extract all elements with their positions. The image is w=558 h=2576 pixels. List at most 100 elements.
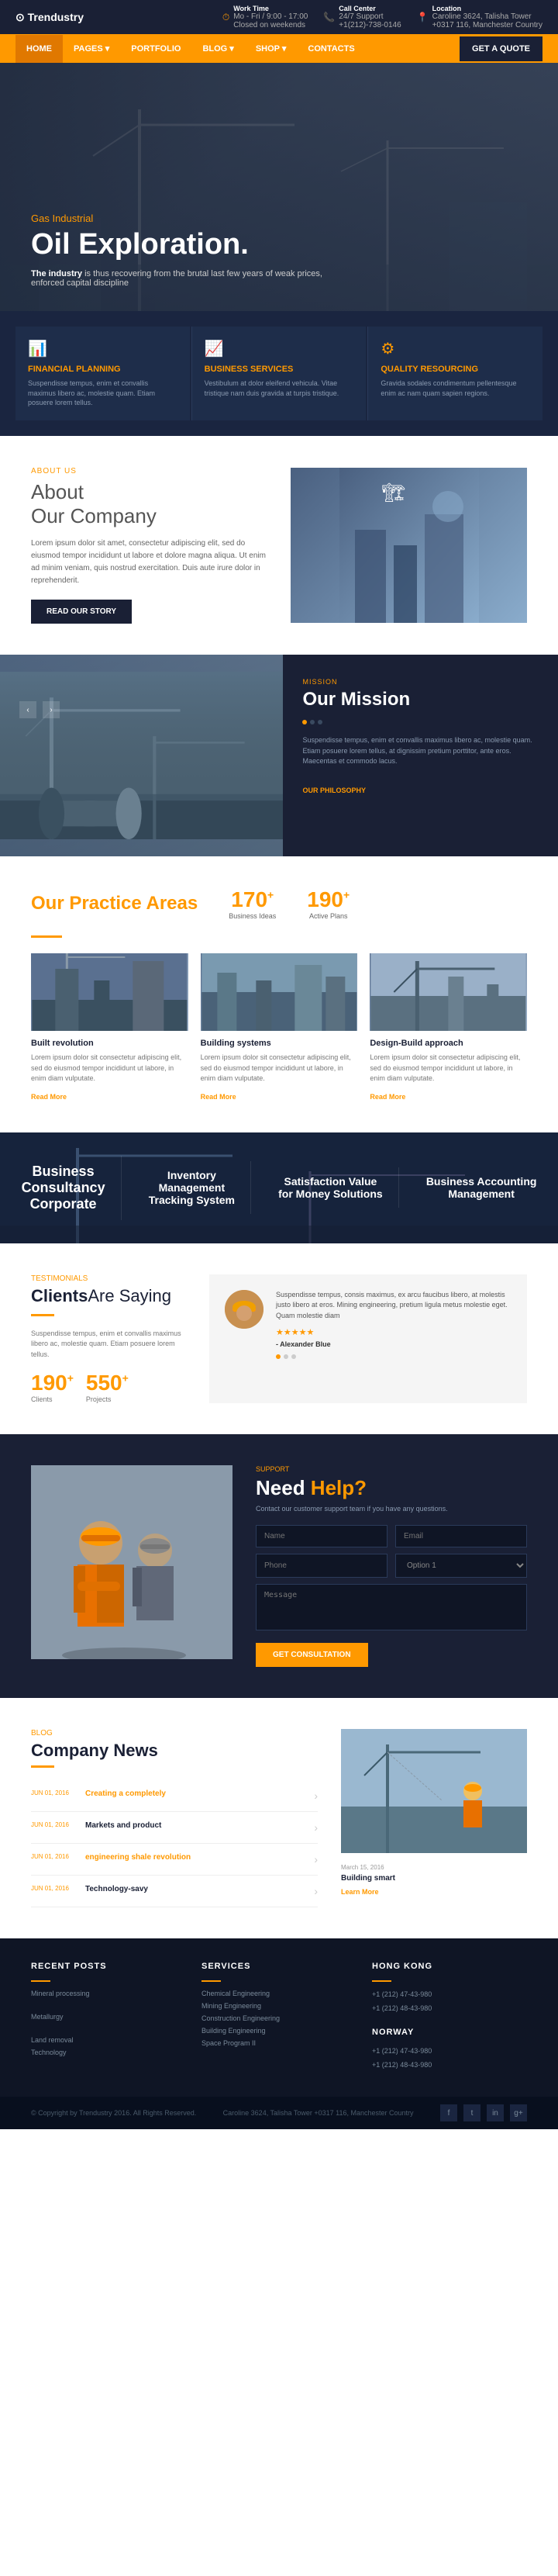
- quote-button[interactable]: GET A QUOTE: [460, 36, 542, 61]
- name-input[interactable]: [256, 1525, 388, 1547]
- news-date-2: JUN 01, 2016: [31, 1853, 78, 1860]
- practice-section: Our Practice Areas 170+ Business Ideas 1…: [0, 856, 558, 1132]
- news-item-1: JUN 01, 2016 Markets and product ›: [31, 1812, 318, 1844]
- brand-name: Trendustry: [28, 11, 84, 23]
- star-rating: ★★★★★: [276, 1327, 512, 1337]
- financial-icon: 📊: [28, 339, 177, 358]
- nav-contacts[interactable]: CONTACTS: [297, 35, 365, 63]
- practice-heading: Our Practice Areas: [31, 893, 198, 915]
- call-center-label: Call Center: [339, 5, 401, 12]
- hero-section: Gas Industrial Oil Exploration. The indu…: [0, 63, 558, 311]
- nav-portfolio[interactable]: PORTFOLIO: [120, 35, 191, 63]
- stat-business-ideas: 170+ Business Ideas: [229, 887, 276, 920]
- testimonial-dot-2: [284, 1354, 288, 1359]
- footer-col-services: Services Chemical Engineering Mining Eng…: [202, 1962, 356, 2073]
- dot-3: [318, 720, 322, 724]
- googleplus-icon[interactable]: g+: [510, 2104, 527, 2121]
- mission-next-button[interactable]: ›: [43, 701, 60, 718]
- news-right-link[interactable]: Learn More: [341, 1888, 379, 1896]
- practice-header: Our Practice Areas 170+ Business Ideas 1…: [31, 887, 527, 920]
- call-center-value: 24/7 Support: [339, 12, 401, 21]
- work-time-info: ⏱ Work Time Mo - Fri / 9:00 - 17:00 Clos…: [222, 5, 308, 29]
- footer-norway-phone2: +1 (212) 48-43-980: [372, 2060, 527, 2071]
- banner-stat-title-0: Business Consultancy Corporate: [22, 1164, 105, 1212]
- practice-grid: Built revolution Lorem ipsum dolor sit c…: [31, 953, 527, 1101]
- clients-left: TESTIMONIALS ClientsAre Saying Suspendis…: [31, 1274, 186, 1404]
- practice-image-2: [370, 953, 527, 1031]
- testimonial-dot-3: [291, 1354, 296, 1359]
- practice-item-1: Building systems Lorem ipsum dolor sit c…: [201, 953, 358, 1101]
- testimonial-dots: [276, 1354, 512, 1359]
- footer-post-4: Land removal: [31, 2036, 186, 2044]
- email-input[interactable]: [395, 1525, 527, 1547]
- footer-service-3: Building Engineering: [202, 2027, 356, 2035]
- banner-stat-2: Satisfaction Value for Money Solutions: [263, 1167, 399, 1208]
- practice-item-0: Built revolution Lorem ipsum dolor sit c…: [31, 953, 188, 1101]
- banner-stat-title-2: Satisfaction Value for Money Solutions: [278, 1175, 383, 1200]
- support-description: Contact our customer support team if you…: [256, 1505, 527, 1513]
- phone-input[interactable]: [256, 1554, 388, 1578]
- service-desc-1: Vestibulum at dolor eleifend vehicula. V…: [205, 379, 354, 398]
- banner-stat-title-1: Inventory Management Tracking System: [149, 1169, 235, 1206]
- news-date-0: JUN 01, 2016: [31, 1789, 78, 1796]
- option-select[interactable]: Option 1: [395, 1554, 527, 1578]
- footer-post-0: Mineral processing: [31, 1990, 186, 1997]
- location-city: +0317 116, Manchester Country: [432, 21, 542, 29]
- twitter-icon[interactable]: t: [463, 2104, 480, 2121]
- practice-readmore-1[interactable]: Read More: [201, 1093, 236, 1101]
- mission-prev-button[interactable]: ‹: [19, 701, 36, 718]
- nav-pages[interactable]: PAGES ▾: [63, 34, 120, 63]
- practice-title-2: Design-Build approach: [370, 1039, 527, 1048]
- clients-description: Suspendisse tempus, enim et convallis ma…: [31, 1329, 186, 1361]
- news-right-date: March 15, 2016: [341, 1864, 527, 1871]
- nav-shop[interactable]: SHOP ▾: [245, 34, 298, 63]
- news-right-title: Building smart: [341, 1874, 527, 1883]
- news-title-2: engineering shale revolution: [85, 1853, 306, 1862]
- call-center-phone: +1(212)-738-0146: [339, 21, 401, 29]
- name-email-row: [256, 1525, 527, 1547]
- mission-image: ‹ ›: [0, 655, 283, 856]
- news-item-0: JUN 01, 2016 Creating a completely ›: [31, 1780, 318, 1812]
- news-heading: Company News: [31, 1741, 318, 1761]
- mission-read-more[interactable]: OUR PHILOSOPHY: [302, 787, 366, 794]
- support-image: [31, 1465, 232, 1667]
- testimonial-dot-1: [276, 1354, 281, 1359]
- news-title-0: Creating a completely: [85, 1789, 306, 1798]
- clients-count-stat: 190+ Clients: [31, 1371, 74, 1403]
- mission-description: Suspendisse tempus, enim et convallis ma…: [302, 735, 539, 767]
- get-consultation-button[interactable]: GET CONSULTATION: [256, 1643, 368, 1667]
- news-left: BLOG Company News JUN 01, 2016 Creating …: [31, 1729, 318, 1907]
- mission-nav: ‹ ›: [19, 701, 60, 718]
- service-desc-2: Gravida sodales condimentum pellentesque…: [381, 379, 530, 398]
- work-time-value: Mo - Fri / 9:00 - 17:00: [233, 12, 308, 21]
- nav-home[interactable]: HOME: [16, 35, 63, 63]
- practice-title-0: Built revolution: [31, 1039, 188, 1048]
- footer-services-list: Chemical Engineering Mining Engineering …: [202, 1990, 356, 2047]
- service-title-1: Business Services: [205, 365, 354, 374]
- practice-image-1: [201, 953, 358, 1031]
- about-description: Lorem ipsum dolor sit amet, consectetur …: [31, 538, 267, 587]
- client-quote: Suspendisse tempus, consis maximus, ex a…: [276, 1290, 512, 1360]
- service-title-0: Financial Planning: [28, 365, 177, 374]
- message-textarea[interactable]: [256, 1584, 527, 1630]
- news-right-content: March 15, 2016 Building smart Learn More: [341, 1864, 527, 1897]
- hero-content: Gas Industrial Oil Exploration. The indu…: [31, 213, 527, 288]
- mission-heading: Our Mission: [302, 689, 539, 711]
- read-our-story-button[interactable]: READ OUR STORY: [31, 600, 132, 624]
- logo[interactable]: ⊙ Trendustry: [16, 11, 84, 24]
- footer-service-2: Construction Engineering: [202, 2014, 356, 2022]
- services-strip: 📊 Financial Planning Suspendisse tempus,…: [0, 311, 558, 436]
- clients-heading: ClientsAre Saying: [31, 1286, 186, 1306]
- clients-underline: [31, 1314, 54, 1316]
- news-content-3: Technology-savy: [85, 1885, 306, 1896]
- practice-readmore-2[interactable]: Read More: [370, 1093, 405, 1101]
- facebook-icon[interactable]: f: [440, 2104, 457, 2121]
- dot-1: [302, 720, 307, 724]
- support-form: SUPPORT Need Help? Contact our customer …: [256, 1465, 527, 1667]
- projects-count-stat: 550+ Projects: [86, 1371, 129, 1403]
- linkedin-icon[interactable]: in: [487, 2104, 504, 2121]
- nav-blog[interactable]: BLOG ▾: [191, 34, 244, 63]
- practice-readmore-0[interactable]: Read More: [31, 1093, 67, 1101]
- footer-service-4: Space Program II: [202, 2039, 356, 2047]
- location-info: 📍 Location Caroline 3624, Talisha Tower …: [417, 5, 542, 29]
